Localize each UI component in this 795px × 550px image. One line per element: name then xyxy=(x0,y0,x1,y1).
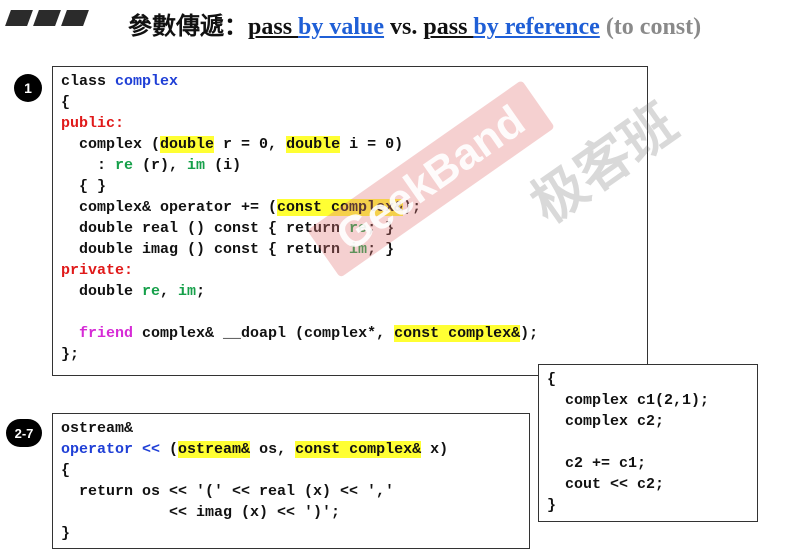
code-line: double re, im; xyxy=(61,283,206,300)
code-box-usage: { complex c1(2,1); complex c2; c2 += c1;… xyxy=(538,364,758,522)
code-line-public: public: xyxy=(61,115,125,132)
title-prefix: 參數傳遞： xyxy=(128,14,248,40)
code-line-operator: complex& operator += (const complex&); xyxy=(61,199,422,216)
code-line: double imag () const { return im; } xyxy=(61,241,395,258)
code-line: : re (r), im (i) xyxy=(61,157,242,174)
title-by-value: by value xyxy=(298,14,385,40)
title-bar-2 xyxy=(33,10,61,26)
slide-title: 參數傳遞：pass by value vs. pass by reference… xyxy=(128,6,701,41)
title-to-const: (to const) xyxy=(599,14,702,40)
code-line: ostream& xyxy=(61,420,134,437)
title-by-reference: by reference xyxy=(473,14,600,40)
code-line: c2 += c1; xyxy=(547,455,647,472)
code-line: complex c2; xyxy=(547,413,665,430)
code-line: { } xyxy=(61,178,107,195)
code-line: return os << '(' << real (x) << ',' xyxy=(61,483,395,500)
code-line: << imag (x) << ')'; xyxy=(61,504,341,521)
badge-1: 1 xyxy=(14,74,42,102)
code-line: } xyxy=(547,497,557,514)
code-line: complex c1(2,1); xyxy=(547,392,710,409)
code-line: class complex xyxy=(61,73,179,90)
code-line: double real () const { return re; } xyxy=(61,220,395,237)
code-line-operator-signature: operator << (ostream& os, const complex&… xyxy=(61,441,449,458)
code-line-private: private: xyxy=(61,262,134,279)
code-line: { xyxy=(547,371,557,388)
badge-2-7: 2-7 xyxy=(6,419,42,447)
code-line-constructor: complex (double r = 0, double i = 0) xyxy=(61,136,404,153)
code-line: { xyxy=(61,94,71,111)
title-pass-2: pass xyxy=(423,14,474,40)
code-line: } xyxy=(61,525,71,542)
title-vs: vs. xyxy=(384,14,424,40)
code-box-ostream-operator: ostream& operator << (ostream& os, const… xyxy=(52,413,530,549)
code-line: }; xyxy=(61,346,80,363)
title-bar-1 xyxy=(5,10,33,26)
code-line: cout << c2; xyxy=(547,476,665,493)
code-line: { xyxy=(61,462,71,479)
code-line-friend: friend complex& __doapl (complex*, const… xyxy=(79,325,539,342)
title-pass-1: pass xyxy=(248,14,299,40)
title-bar-3 xyxy=(61,10,89,26)
title-decoration xyxy=(5,10,89,26)
code-box-class-complex: class complex { public: complex (double … xyxy=(52,66,648,376)
